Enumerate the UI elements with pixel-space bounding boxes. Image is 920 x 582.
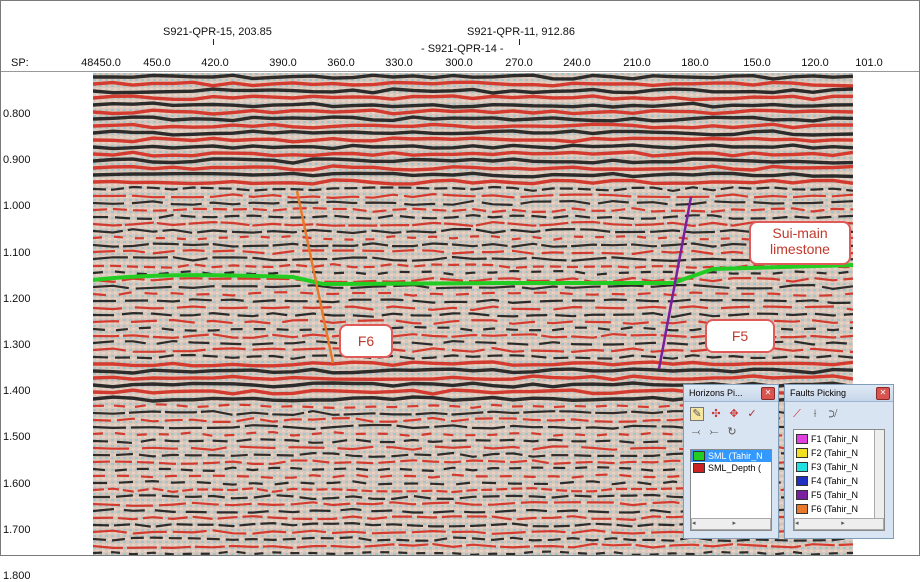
time-tick-label: 1.800 <box>3 570 31 582</box>
axis-divider <box>1 71 919 72</box>
horizons-list[interactable]: SML (Tahir_N SML_Depth ( ◂ ▸ <box>690 449 772 531</box>
fault-color-swatch <box>796 448 808 458</box>
fault-list-item[interactable]: F1 (Tahir_N <box>794 432 884 446</box>
sp-tick-label: 240.0 <box>563 57 591 69</box>
fault-list-item[interactable]: F5 (Tahir_N <box>794 488 884 502</box>
time-tick-label: 0.800 <box>3 108 31 120</box>
time-tick-label: 0.900 <box>3 154 31 167</box>
fault-color-swatch <box>796 504 808 514</box>
sp-tick-label: 180.0 <box>681 57 709 69</box>
fault-item-label: F1 (Tahir_N <box>811 434 859 444</box>
sp-axis-label: SP: <box>11 57 29 69</box>
fault-color-swatch <box>796 476 808 486</box>
time-tick-label: 1.200 <box>3 292 31 305</box>
fault-list-item[interactable]: F2 (Tahir_N <box>794 446 884 460</box>
fault-color-swatch <box>796 434 808 444</box>
fault-color-swatch <box>796 490 808 500</box>
callout-f5-text: F5 <box>731 328 749 344</box>
fault-list-item[interactable]: F6 (Tahir_N <box>794 502 884 516</box>
fault-item-label: F2 (Tahir_N <box>811 448 859 458</box>
callout-sui-main-limestone-text: Sui-main limestone <box>770 225 830 257</box>
faults-list-items: F1 (Tahir_N F2 (Tahir_N F3 (Tahir_N F4 (Tah… <box>794 430 884 516</box>
sp-tick-label: 360.0 <box>327 57 355 69</box>
trace-icon[interactable]: ⤚ <box>708 426 720 438</box>
horizon-item-label: SML_Depth ( <box>708 463 762 473</box>
faults-hscrollbar[interactable]: ◂ ▸ <box>794 518 884 530</box>
fault-item-label: F5 (Tahir_N <box>811 490 859 500</box>
faults-vscrollbar[interactable] <box>874 430 884 518</box>
sp-tick-label: 420.0 <box>201 57 229 69</box>
faults-list[interactable]: F1 (Tahir_N F2 (Tahir_N F3 (Tahir_N F4 (Tah… <box>793 429 885 531</box>
faults-toolbar: ⟋ ⟊ ⟉ <box>785 402 893 423</box>
time-tick-label: 1.700 <box>3 523 31 536</box>
sp-tick-label: 330.0 <box>385 57 413 69</box>
sp-tick-label: 120.0 <box>801 57 829 69</box>
callout-f5: F5 <box>705 319 775 353</box>
fault-item-label: F4 (Tahir_N <box>811 476 859 486</box>
faults-picking-panel[interactable]: Faults Picking ✕ ⟋ ⟊ ⟉ F1 (Tahir_N F2 (Ta… <box>784 384 894 539</box>
sp-tick-label: 101.0 <box>855 57 883 69</box>
sp-tick-label: 210.0 <box>623 57 651 69</box>
well-label-qpr-15: S921-QPR-15, 203.85 <box>163 26 272 38</box>
horizon-item-label: SML (Tahir_N <box>708 451 763 461</box>
horizons-hscrollbar[interactable]: ◂ ▸ <box>691 518 771 530</box>
seed-icon[interactable]: ⤙ <box>690 426 702 438</box>
horizon-color-swatch <box>693 451 705 461</box>
fault-edit-icon[interactable]: ⟊ <box>809 408 821 420</box>
autotrack-icon[interactable]: ✣ <box>710 408 722 420</box>
sp-tick-label: 270.0 <box>505 57 533 69</box>
fault-item-label: F3 (Tahir_N <box>811 462 859 472</box>
callout-f6: F6 <box>339 324 393 358</box>
time-tick-label: 1.600 <box>3 477 31 490</box>
faults-panel-close-icon[interactable]: ✕ <box>876 387 890 400</box>
check-icon[interactable]: ✓ <box>746 408 758 420</box>
refresh-icon[interactable]: ↻ <box>726 426 738 438</box>
horizon-color-swatch <box>693 463 705 473</box>
fault-list-item[interactable]: F4 (Tahir_N <box>794 474 884 488</box>
horizon-list-item[interactable]: SML_Depth ( <box>691 462 771 474</box>
horizons-list-items: SML (Tahir_N SML_Depth ( <box>691 450 771 474</box>
horizons-picking-panel[interactable]: Horizons Pi... ✕ ✎ ✣ ✥ ✓ ⤙ ⤚ ↻ SML (Tahi… <box>683 384 779 539</box>
fault-item-label: F6 (Tahir_N <box>811 504 859 514</box>
seismic-viewer-window: S921-QPR-15, 203.85 S921-QPR-11, 912.86 … <box>0 0 920 582</box>
well-tick-qpr-11 <box>519 39 520 45</box>
well-tick-qpr-15 <box>213 39 214 45</box>
time-tick-label: 1.500 <box>3 431 31 444</box>
pick-icon[interactable]: ✎ <box>690 407 704 421</box>
sp-tick-label: 300.0 <box>445 57 473 69</box>
horizons-toolbar-row-2: ⤙ ⤚ ↻ <box>684 423 778 441</box>
time-tick-label: 1.300 <box>3 339 31 351</box>
horizon-list-item[interactable]: SML (Tahir_N <box>691 450 771 462</box>
fault-color-swatch <box>796 462 808 472</box>
horizons-toolbar-row-1: ✎ ✣ ✥ ✓ <box>684 402 778 423</box>
well-label-qpr-11: S921-QPR-11, 912.86 <box>467 26 576 38</box>
fault-link-icon[interactable]: ⟉ <box>827 408 839 420</box>
sp-tick-label: 48450.0 <box>81 57 121 69</box>
seismic-reflector <box>93 367 853 375</box>
well-label-qpr-14: - S921-QPR-14 - <box>421 43 504 55</box>
sp-tick-label: 150.0 <box>743 57 771 69</box>
fault-pick-icon[interactable]: ⟋ <box>791 408 803 420</box>
sp-tick-label: 390.0 <box>269 57 297 69</box>
time-tick-label: 1.400 <box>3 385 31 398</box>
horizons-panel-close-icon[interactable]: ✕ <box>761 387 775 400</box>
autotrack2-icon[interactable]: ✥ <box>728 408 740 420</box>
time-tick-label: 1.000 <box>3 200 31 213</box>
fault-list-item[interactable]: F3 (Tahir_N <box>794 460 884 474</box>
sp-tick-label: 450.0 <box>143 57 171 69</box>
callout-f6-text: F6 <box>357 333 375 349</box>
callout-sui-main-limestone: Sui-main limestone <box>749 221 851 265</box>
time-tick-label: 1.100 <box>3 246 31 259</box>
